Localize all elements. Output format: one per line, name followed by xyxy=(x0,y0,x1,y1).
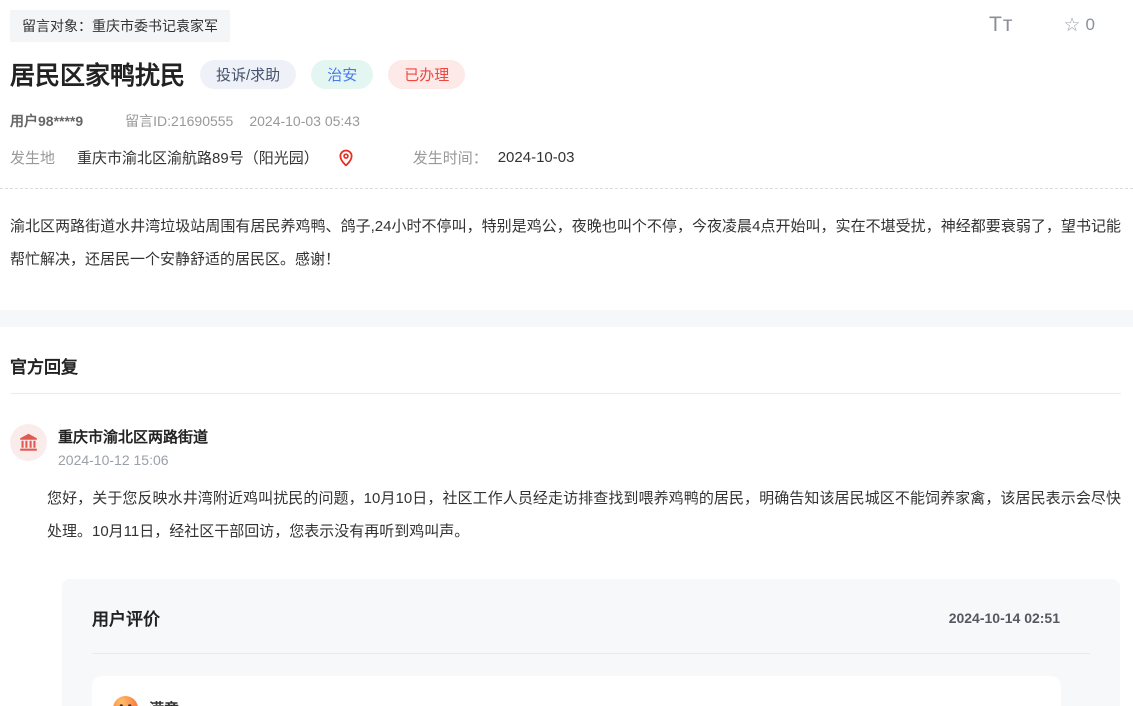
evaluation-result-panel: 满意 解决力度： ★★★★★ 沟通态度： ★★★★★ 办理时效： ★★★★★ xyxy=(92,676,1061,706)
status-badge: 已办理 xyxy=(388,60,465,89)
reply-timestamp: 2024-10-12 15:06 xyxy=(58,452,208,468)
official-reply-heading: 官方回复 xyxy=(10,327,1121,378)
satisfaction-verdict: 满意 xyxy=(149,698,179,706)
location-value: 重庆市渝北区渝航路89号（阳光园） xyxy=(77,147,319,168)
reply-content: 您好，关于您反映水井湾附近鸡叫扰民的问题，10月10日，社区工作人员经走访排查找… xyxy=(47,482,1121,548)
occur-time-label: 发生时间： xyxy=(413,147,488,168)
location-pin-icon[interactable] xyxy=(337,149,355,167)
evaluation-heading: 用户评价 xyxy=(92,605,160,630)
tag-complaint-type: 投诉/求助 xyxy=(200,60,296,89)
page-title: 居民区家鸭扰民 xyxy=(10,56,185,92)
smiley-face-icon xyxy=(112,695,139,706)
reply-divider xyxy=(10,393,1121,394)
message-id: 留言ID:21690555 xyxy=(125,111,233,131)
evaluation-divider xyxy=(92,653,1090,654)
message-target-tag: 留言对象：重庆市委书记袁家军 xyxy=(10,10,230,42)
font-size-icon[interactable]: Tт xyxy=(989,13,1013,37)
author-name: 用户98****9 xyxy=(10,111,83,131)
occur-time-value: 2024-10-03 xyxy=(498,149,575,166)
message-detail-page: 留言对象：重庆市委书记袁家军 Tт ☆ 0 居民区家鸭扰民 投诉/求助 治安 已… xyxy=(0,0,1133,706)
tag-domain: 治安 xyxy=(311,60,373,89)
evaluation-timestamp: 2024-10-14 02:51 xyxy=(949,610,1060,626)
official-reply-section: 官方回复 重庆市渝北区两路街道 2024-10-12 15:06 您好，关于您反… xyxy=(0,327,1133,548)
post-timestamp: 2024-10-03 05:43 xyxy=(249,113,360,129)
location-label: 发生地 xyxy=(10,147,55,168)
message-body: 渝北区两路街道水井湾垃圾站周围有居民养鸡鸭、鸽子,24小时不停叫，特别是鸡公，夜… xyxy=(0,189,1133,276)
reply-org-name: 重庆市渝北区两路街道 xyxy=(58,424,208,447)
favorite-button[interactable]: ☆ 0 xyxy=(1063,14,1095,37)
user-evaluation-card: 用户评价 2024-10-14 02:51 xyxy=(62,579,1120,706)
favorite-count: 0 xyxy=(1086,15,1095,35)
government-building-icon xyxy=(10,424,47,461)
star-icon: ☆ xyxy=(1063,14,1080,37)
section-separator xyxy=(0,310,1133,327)
